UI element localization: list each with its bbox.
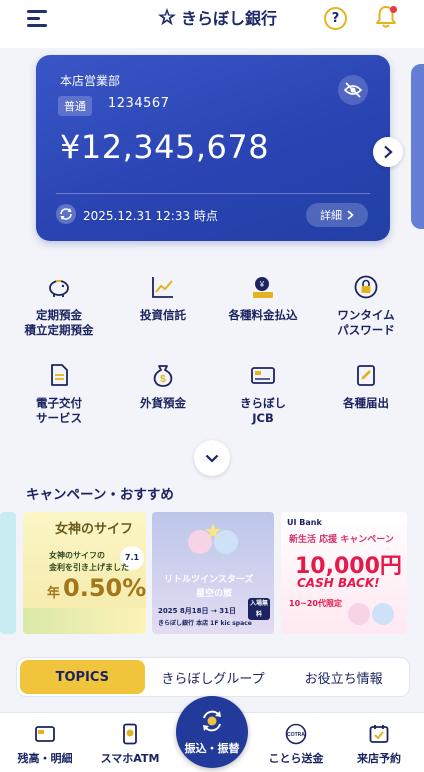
lock-icon bbox=[354, 275, 378, 299]
svg-text:COTRA: COTRA bbox=[287, 732, 305, 738]
branch-name: 本店営業部 bbox=[60, 74, 121, 88]
service-label: 外貨預金 bbox=[140, 396, 186, 410]
next-account-button[interactable] bbox=[373, 137, 403, 167]
hamburger-menu-icon[interactable] bbox=[27, 8, 49, 28]
account-type-badge: 普通 bbox=[58, 96, 92, 116]
campaign-banner-little-twin-stars[interactable]: リトルツインスターズ 星空の旅 2025 8月18日 → 31日 きらぼし銀行 … bbox=[152, 512, 274, 634]
refresh-icon[interactable] bbox=[56, 204, 76, 224]
service-investment-trust[interactable]: 投資信託 bbox=[110, 262, 216, 332]
balance-timestamp: 2025.12.31 12:33 時点 bbox=[83, 209, 218, 223]
tab-useful-info[interactable]: お役立ち情報 bbox=[281, 660, 406, 694]
service-label: 各種料金払込 bbox=[228, 308, 298, 322]
cotra-icon: COTRA bbox=[285, 723, 307, 745]
banner-line2: 金利を引き上げました bbox=[49, 563, 129, 572]
banner-line1: 女神のサイフの bbox=[49, 551, 105, 560]
service-label: ワンタイム パスワード bbox=[337, 308, 395, 337]
service-e-delivery[interactable]: 電子交付 サービス bbox=[6, 350, 112, 425]
document-icon bbox=[51, 364, 68, 386]
banner-cashback: CASH BACK! bbox=[297, 576, 380, 590]
banner-free-badge: 入場無料 bbox=[248, 598, 270, 620]
service-label: 各種届出 bbox=[343, 396, 389, 410]
tab-kiraboshi-group[interactable]: きらぼしグループ bbox=[151, 660, 276, 694]
nav-label: スマホATM bbox=[100, 752, 160, 765]
eye-slash-icon[interactable] bbox=[338, 75, 368, 105]
next-account-card-peek[interactable] bbox=[411, 64, 424, 229]
details-button[interactable]: 詳細 bbox=[306, 203, 368, 227]
account-balance: ¥12,345,678 bbox=[60, 128, 270, 166]
banner-title: リトルツインスターズ bbox=[164, 575, 254, 585]
banner-headline: 新生活 応援 キャンペーン bbox=[289, 535, 394, 545]
service-one-time-password[interactable]: ワンタイム パスワード bbox=[313, 262, 419, 337]
expand-services-button[interactable] bbox=[194, 440, 230, 476]
campaign-section-title: キャンペーン・おすすめ bbox=[26, 487, 174, 503]
chevron-right-icon bbox=[384, 145, 393, 159]
banner-target: 10~20代限定 bbox=[289, 599, 342, 608]
credit-card-icon bbox=[251, 367, 275, 384]
campaign-banner-goddess-wallet[interactable]: 女神のサイフ 7.1 女神のサイフの 金利を引き上げました 年 0.50% bbox=[23, 512, 146, 634]
banner-date: 2025 8月18日 → 31日 bbox=[158, 607, 237, 615]
service-label: 投資信託 bbox=[140, 308, 186, 322]
service-payment[interactable]: ¥ 各種料金払込 bbox=[210, 262, 316, 332]
banner-title: 女神のサイフ bbox=[55, 522, 134, 537]
nav-smartphone-atm[interactable]: スマホATM bbox=[85, 723, 175, 766]
question-mark-icon[interactable]: ? bbox=[324, 7, 347, 30]
banner-rate: 0.50% bbox=[63, 574, 146, 602]
topics-tab-bar: TOPICS きらぼしグループ お役立ち情報 bbox=[16, 657, 410, 697]
notification-badge bbox=[390, 6, 397, 13]
bank-name: きらぼし銀行 bbox=[181, 9, 278, 28]
service-grid: 定期預金 積立定期預金 投資信託 ¥ 各種料金払込 ワンタイム パスワード 電子… bbox=[0, 258, 424, 438]
card-divider bbox=[56, 193, 370, 194]
banner-subtitle: 星空の旅 bbox=[196, 589, 233, 599]
account-card[interactable]: 本店営業部 普通 1234567 ¥12,345,678 2025.12.31 … bbox=[36, 55, 390, 241]
pay-easy-icon: ¥ bbox=[253, 277, 273, 298]
service-time-deposit[interactable]: 定期預金 積立定期預金 bbox=[6, 262, 112, 337]
transfer-button[interactable]: 振込・振替 bbox=[176, 696, 248, 768]
service-foreign-deposit[interactable]: $ 外貨預金 bbox=[110, 350, 216, 420]
banner-rate-prefix: 年 bbox=[47, 586, 61, 601]
details-label: 詳細 bbox=[320, 209, 342, 222]
service-label: 電子交付 サービス bbox=[36, 396, 82, 425]
passbook-icon bbox=[35, 726, 55, 742]
piggy-bank-icon bbox=[49, 280, 69, 297]
campaign-banner-prev[interactable] bbox=[0, 512, 16, 634]
service-notifications[interactable]: 各種届出 bbox=[313, 350, 419, 420]
star-logo-icon bbox=[158, 8, 176, 26]
svg-text:$: $ bbox=[160, 374, 166, 385]
nav-balance[interactable]: 残高・明細 bbox=[0, 723, 90, 766]
banner-place: きらぼし銀行 本店 1F kic space bbox=[158, 620, 252, 627]
nav-cotra-transfer[interactable]: COTRA ことら送金 bbox=[251, 723, 341, 766]
clipboard-icon bbox=[357, 365, 375, 386]
chevron-right-icon bbox=[347, 210, 354, 220]
nav-label: 来店予約 bbox=[357, 752, 401, 765]
campaign-banner-ui-bank[interactable]: UI Bank 新生活 応援 キャンペーン 10,000円 CASH BACK!… bbox=[281, 512, 407, 634]
service-label: きらぼし JCB bbox=[240, 396, 286, 425]
account-number: 1234567 bbox=[108, 96, 170, 111]
twin-stars-illustration bbox=[348, 603, 394, 625]
nav-label: 残高・明細 bbox=[17, 752, 73, 765]
app-header: きらぼし銀行 ? bbox=[0, 0, 424, 48]
transfer-yen-icon bbox=[203, 710, 221, 732]
nav-visit-reservation[interactable]: 来店予約 bbox=[334, 723, 424, 766]
dollar-bag-icon: $ bbox=[153, 365, 173, 387]
tab-topics[interactable]: TOPICS bbox=[20, 660, 145, 694]
nav-label: ことら送金 bbox=[268, 752, 324, 765]
transfer-label: 振込・振替 bbox=[184, 742, 240, 755]
bank-logo: きらぼし銀行 bbox=[157, 4, 277, 30]
service-jcb-card[interactable]: きらぼし JCB bbox=[210, 350, 316, 425]
chevron-down-icon bbox=[205, 454, 219, 463]
service-label: 定期預金 積立定期預金 bbox=[24, 308, 94, 337]
banner-decoration bbox=[23, 608, 146, 634]
calendar-check-icon bbox=[369, 725, 389, 743]
trend-chart-icon bbox=[152, 277, 173, 298]
svg-text:¥: ¥ bbox=[259, 280, 265, 289]
twin-stars-illustration bbox=[188, 523, 238, 554]
banner-brand: UI Bank bbox=[287, 518, 322, 527]
smartphone-yen-icon bbox=[123, 723, 137, 745]
